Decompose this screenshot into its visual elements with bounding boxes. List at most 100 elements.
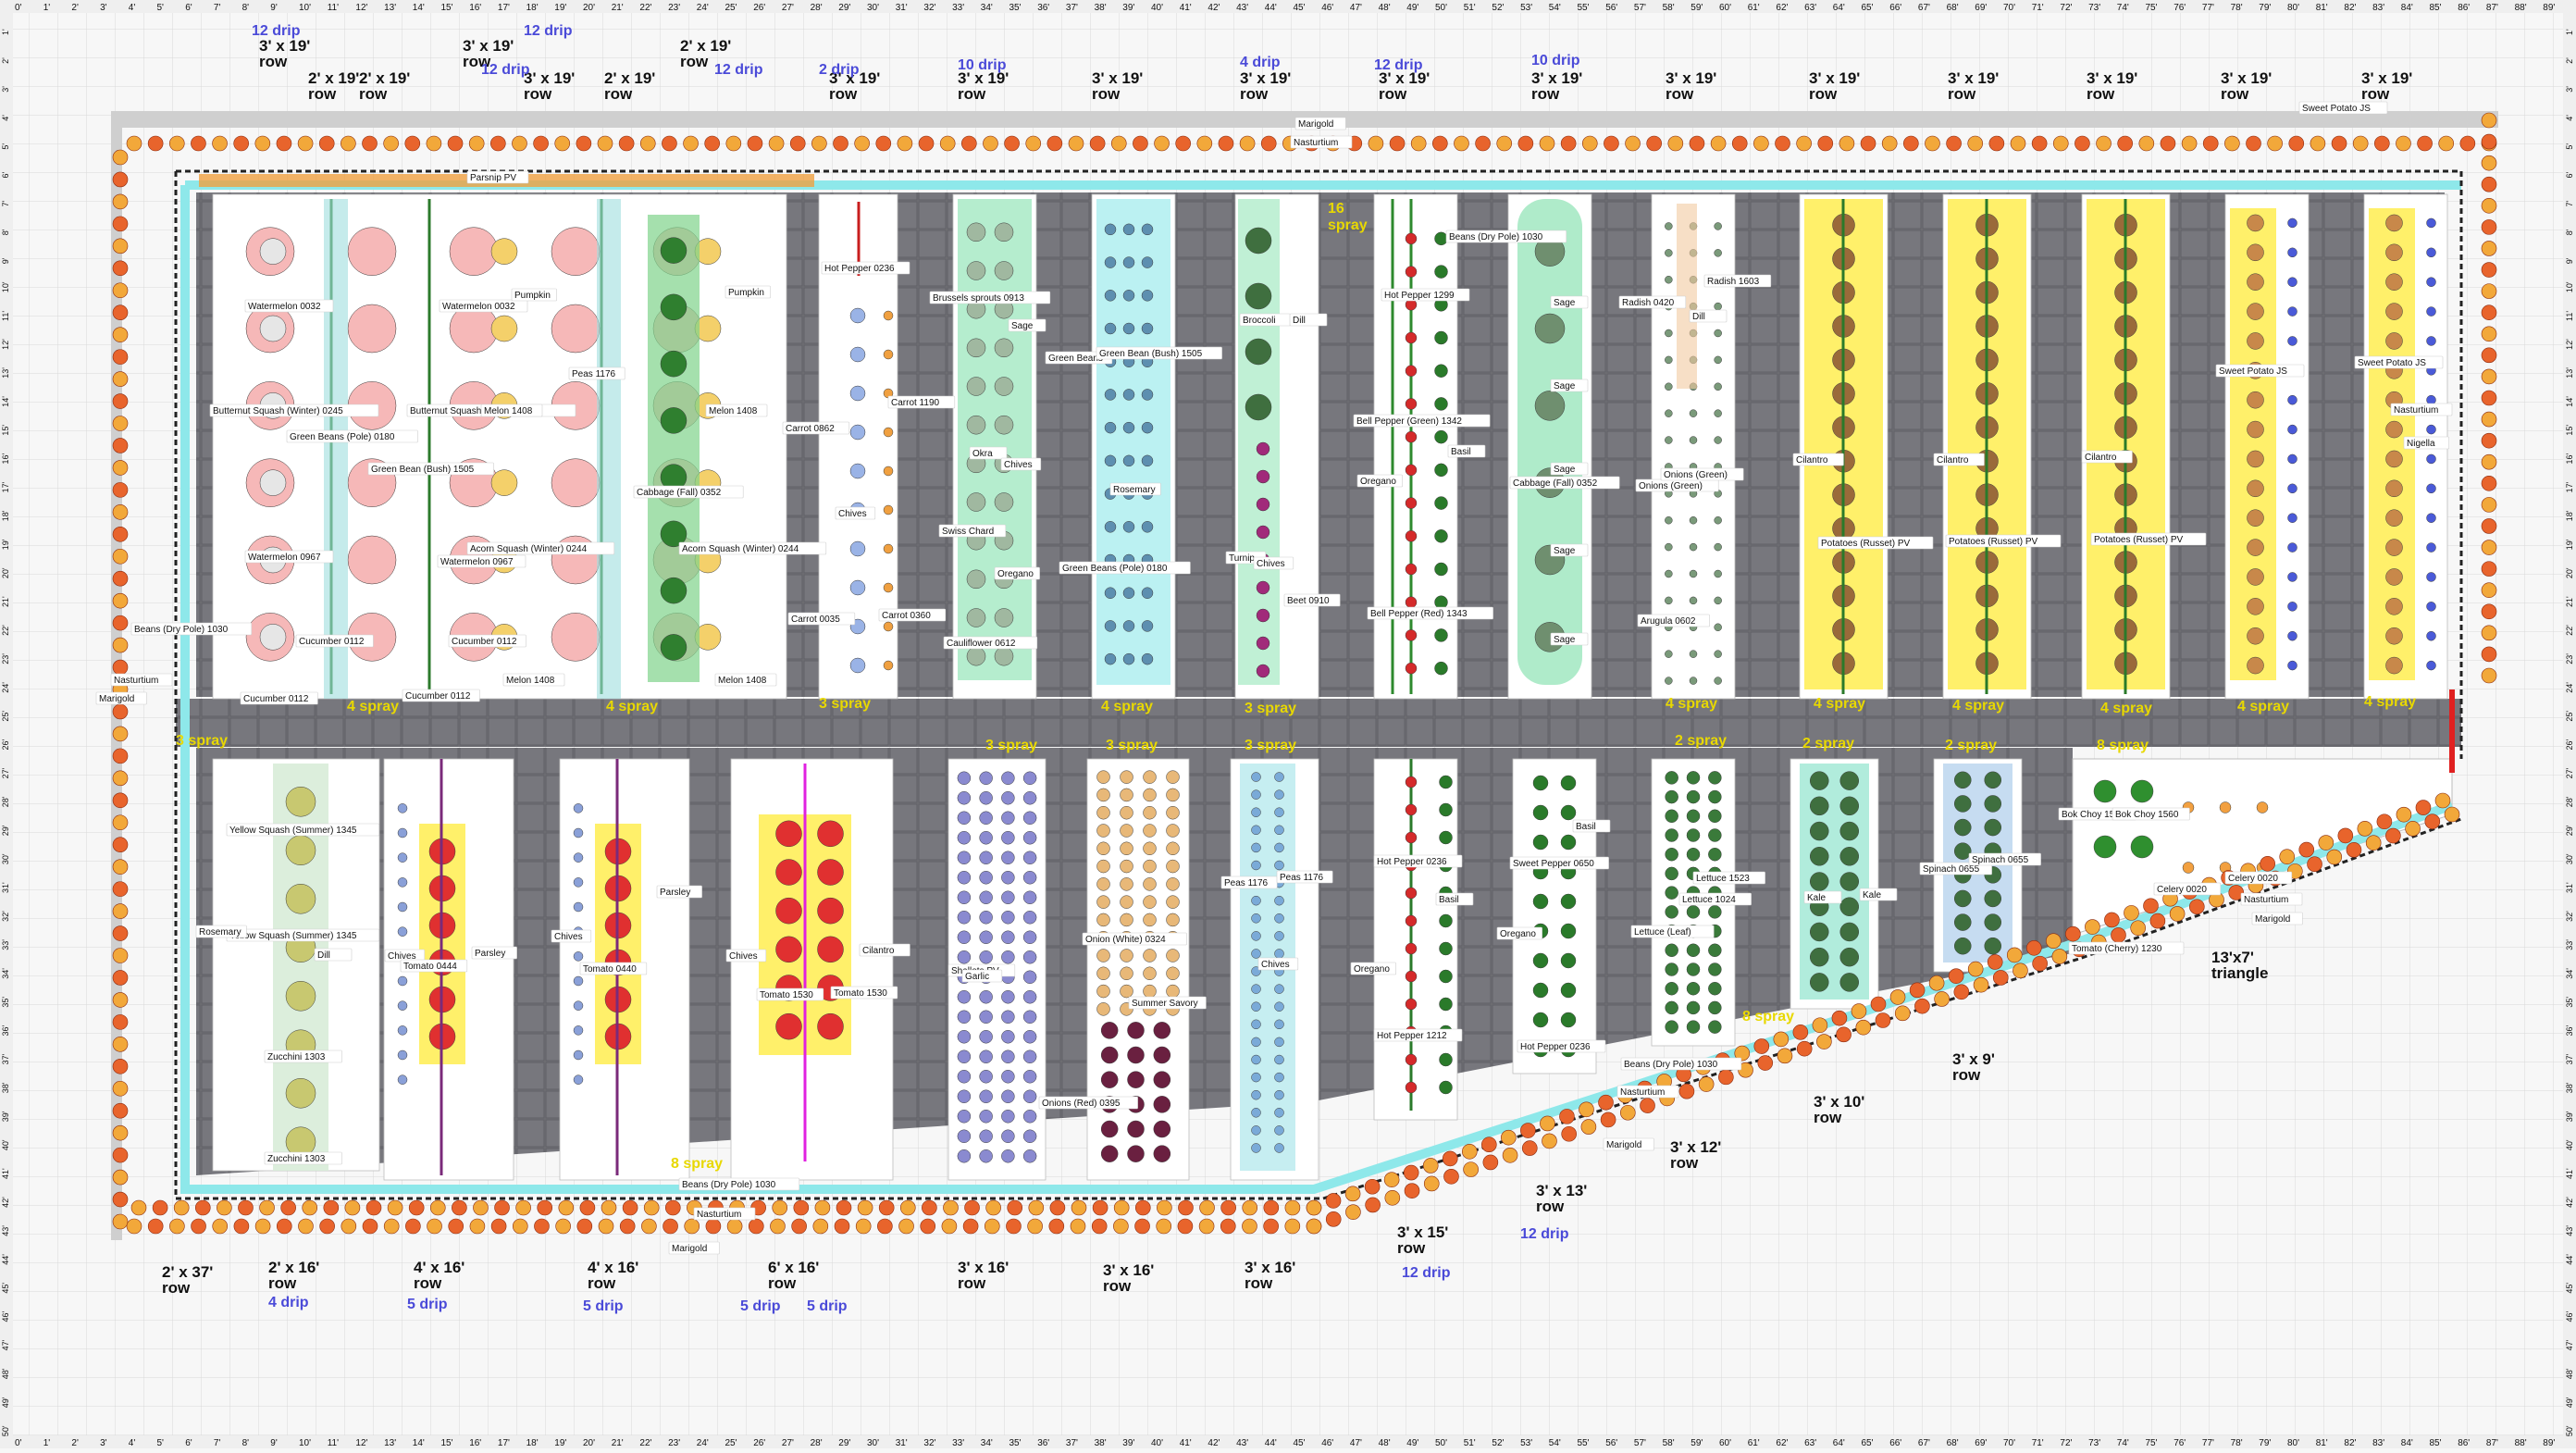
plant-label[interactable]: Peas 1176 bbox=[1276, 870, 1333, 884]
plant-label[interactable]: Onions (Red) 0395 bbox=[1038, 1096, 1138, 1110]
plant-label[interactable]: Nasturtium bbox=[2240, 892, 2303, 906]
plant-label[interactable]: Basil bbox=[1435, 892, 1474, 906]
plant-label[interactable]: Sage bbox=[1550, 632, 1589, 646]
plant-label[interactable]: Parsley bbox=[471, 946, 517, 960]
plant-label[interactable]: Bok Choy 1560 bbox=[2112, 807, 2190, 821]
plant-label[interactable]: Lettuce 1024 bbox=[1678, 892, 1752, 906]
plant-label[interactable]: Cabbage (Fall) 0352 bbox=[633, 485, 744, 499]
plant-label[interactable]: Basil bbox=[1572, 819, 1611, 833]
plant-label[interactable]: Marigold bbox=[2251, 912, 2303, 925]
plant-label[interactable]: Watermelon 0032 bbox=[244, 299, 334, 313]
plant-label[interactable]: Lettuce 1523 bbox=[1692, 871, 1765, 885]
plant-label[interactable]: Radish 0420 bbox=[1618, 295, 1687, 309]
plant-label[interactable]: Dill bbox=[314, 948, 353, 962]
plant-label[interactable]: Cucumber 0112 bbox=[240, 691, 318, 705]
plant-label[interactable]: Cilantro bbox=[1792, 453, 1844, 466]
plant-label[interactable]: Nigella bbox=[2403, 436, 2449, 450]
plant-label[interactable]: Sage bbox=[1550, 379, 1589, 392]
plant-label[interactable]: Rosemary bbox=[195, 925, 247, 938]
plant-label[interactable]: Marigold bbox=[1294, 117, 1346, 130]
plant-label[interactable]: Kale bbox=[1859, 888, 1898, 901]
plant-label[interactable]: Melon 1408 bbox=[502, 673, 565, 687]
bed-peppers[interactable] bbox=[1373, 193, 1458, 700]
plant-label[interactable]: Green Beans (Pole) 0180 bbox=[286, 429, 418, 443]
bed-sweet-potato-1[interactable] bbox=[2224, 193, 2310, 700]
plant-label[interactable]: Yellow Squash (Summer) 1345 bbox=[226, 928, 379, 942]
plant-label[interactable]: Chives bbox=[1257, 957, 1299, 971]
plant-label[interactable]: Watermelon 0967 bbox=[437, 554, 526, 568]
plant-label[interactable]: Carrot 1190 bbox=[887, 395, 956, 409]
plant-label[interactable]: Basil bbox=[1447, 444, 1486, 458]
bed-brussels[interactable] bbox=[952, 193, 1037, 700]
plant-label[interactable]: Cilantro bbox=[1933, 453, 1985, 466]
plant-label[interactable]: Hot Pepper 0236 bbox=[1517, 1039, 1606, 1053]
bed-squash[interactable] bbox=[212, 758, 380, 1172]
bed-kale[interactable] bbox=[1790, 758, 1879, 1010]
bed-melon-squash-section[interactable] bbox=[212, 193, 787, 700]
plant-label[interactable]: Chives bbox=[551, 929, 592, 943]
plant-label[interactable]: Watermelon 0032 bbox=[439, 299, 528, 313]
plant-label[interactable]: Hot Pepper 0236 bbox=[821, 261, 910, 275]
plant-label[interactable]: Sweet Pepper 0650 bbox=[1509, 856, 1609, 870]
bed-potatoes-2[interactable] bbox=[1942, 193, 2032, 700]
plant-label[interactable]: Beans (Dry Pole) 1030 bbox=[130, 622, 253, 636]
plant-label[interactable]: Peas 1176 bbox=[568, 366, 625, 380]
plant-label[interactable]: Carrot 0360 bbox=[878, 608, 947, 622]
plant-label[interactable]: Butternut Squash (Winter) 0245 bbox=[209, 404, 379, 417]
plant-label[interactable]: Sage bbox=[1550, 295, 1589, 309]
plant-label[interactable]: Cucumber 0112 bbox=[448, 634, 526, 648]
bed-onion-white[interactable] bbox=[1086, 758, 1190, 1181]
plant-label[interactable]: Marigold bbox=[95, 691, 147, 705]
bed-tomato-1530[interactable] bbox=[730, 758, 894, 1181]
plant-label[interactable]: Green Bean (Bush) 1505 bbox=[1096, 346, 1222, 360]
plant-label[interactable]: Sage bbox=[1550, 462, 1589, 476]
plant-label[interactable]: Oregano bbox=[994, 566, 1040, 580]
plant-label[interactable]: Melon 1408 bbox=[714, 673, 777, 687]
plant-label[interactable]: Melon 1408 bbox=[705, 404, 768, 417]
plant-label[interactable]: Hot Pepper 1212 bbox=[1373, 1028, 1463, 1042]
plant-label[interactable]: Sweet Potato JS bbox=[2354, 355, 2444, 369]
plant-label[interactable]: Celery 0020 bbox=[2224, 871, 2293, 885]
plant-label[interactable]: Kale bbox=[1803, 890, 1842, 904]
plant-label[interactable]: Chives bbox=[725, 949, 767, 962]
plant-label[interactable]: Spinach 0655 bbox=[1968, 852, 2041, 866]
plant-label[interactable]: Potatoes (Russet) PV bbox=[1817, 536, 1934, 550]
plant-label[interactable]: Acorn Squash (Winter) 0244 bbox=[466, 541, 615, 555]
plant-label[interactable]: Onions (Green) bbox=[1660, 467, 1744, 481]
plant-label[interactable]: Garlic bbox=[961, 969, 1003, 983]
plant-label[interactable]: Chives bbox=[835, 506, 876, 520]
plant-label[interactable]: Pumpkin bbox=[724, 285, 771, 299]
plant-label[interactable]: Nasturtium bbox=[1616, 1085, 1679, 1099]
plant-label[interactable]: Potatoes (Russet) PV bbox=[1945, 534, 2062, 548]
plant-label[interactable]: Chives bbox=[1000, 457, 1042, 471]
bed-sweet-pepper[interactable] bbox=[1512, 758, 1597, 1074]
plant-label[interactable]: Yellow Squash (Summer) 1345 bbox=[226, 823, 379, 837]
bed-broccoli[interactable] bbox=[1234, 193, 1319, 700]
plant-label[interactable]: Tomato (Cherry) 1230 bbox=[2068, 941, 2185, 955]
plant-label[interactable]: Oregano bbox=[1356, 474, 1403, 488]
bed-hot-pepper[interactable] bbox=[1373, 758, 1458, 1121]
plant-label[interactable]: Cucumber 0112 bbox=[402, 689, 480, 702]
plant-label[interactable]: Zucchini 1303 bbox=[264, 1151, 342, 1165]
plant-label[interactable]: Zucchini 1303 bbox=[264, 1049, 342, 1063]
plant-label[interactable]: Sage bbox=[1008, 318, 1046, 332]
plant-label[interactable]: Swiss Chard bbox=[938, 524, 1007, 538]
plant-label[interactable]: Hot Pepper 1299 bbox=[1381, 288, 1470, 302]
plant-label[interactable]: Tomato 0444 bbox=[400, 959, 468, 973]
plant-label[interactable]: Okra bbox=[969, 446, 1008, 460]
plant-label[interactable]: Nasturtium bbox=[693, 1207, 756, 1221]
plant-label[interactable]: Beans (Dry Pole) 1030 bbox=[678, 1177, 800, 1191]
plant-label[interactable]: Chives bbox=[1253, 556, 1294, 570]
plant-label[interactable]: Brussels sprouts 0913 bbox=[929, 291, 1051, 304]
plant-label[interactable]: Beans (Dry Pole) 1030 bbox=[1620, 1057, 1742, 1071]
plant-label[interactable]: Parsnip PV bbox=[466, 170, 529, 184]
plant-label[interactable]: Broccoli bbox=[1239, 313, 1291, 327]
plant-label[interactable]: Pumpkin bbox=[511, 288, 557, 302]
plant-label[interactable]: Nasturtium bbox=[110, 673, 173, 687]
plant-label[interactable]: Green Beans (Pole) 0180 bbox=[1059, 561, 1191, 575]
plant-label[interactable]: Hot Pepper 0236 bbox=[1373, 854, 1463, 868]
plant-label[interactable]: Rosemary bbox=[1109, 482, 1161, 496]
plant-label[interactable]: Lettuce (Leaf) bbox=[1630, 925, 1715, 938]
plant-label[interactable]: Peas 1176 bbox=[1220, 876, 1278, 889]
plant-label[interactable]: Bell Pepper (Green) 1342 bbox=[1353, 414, 1491, 428]
